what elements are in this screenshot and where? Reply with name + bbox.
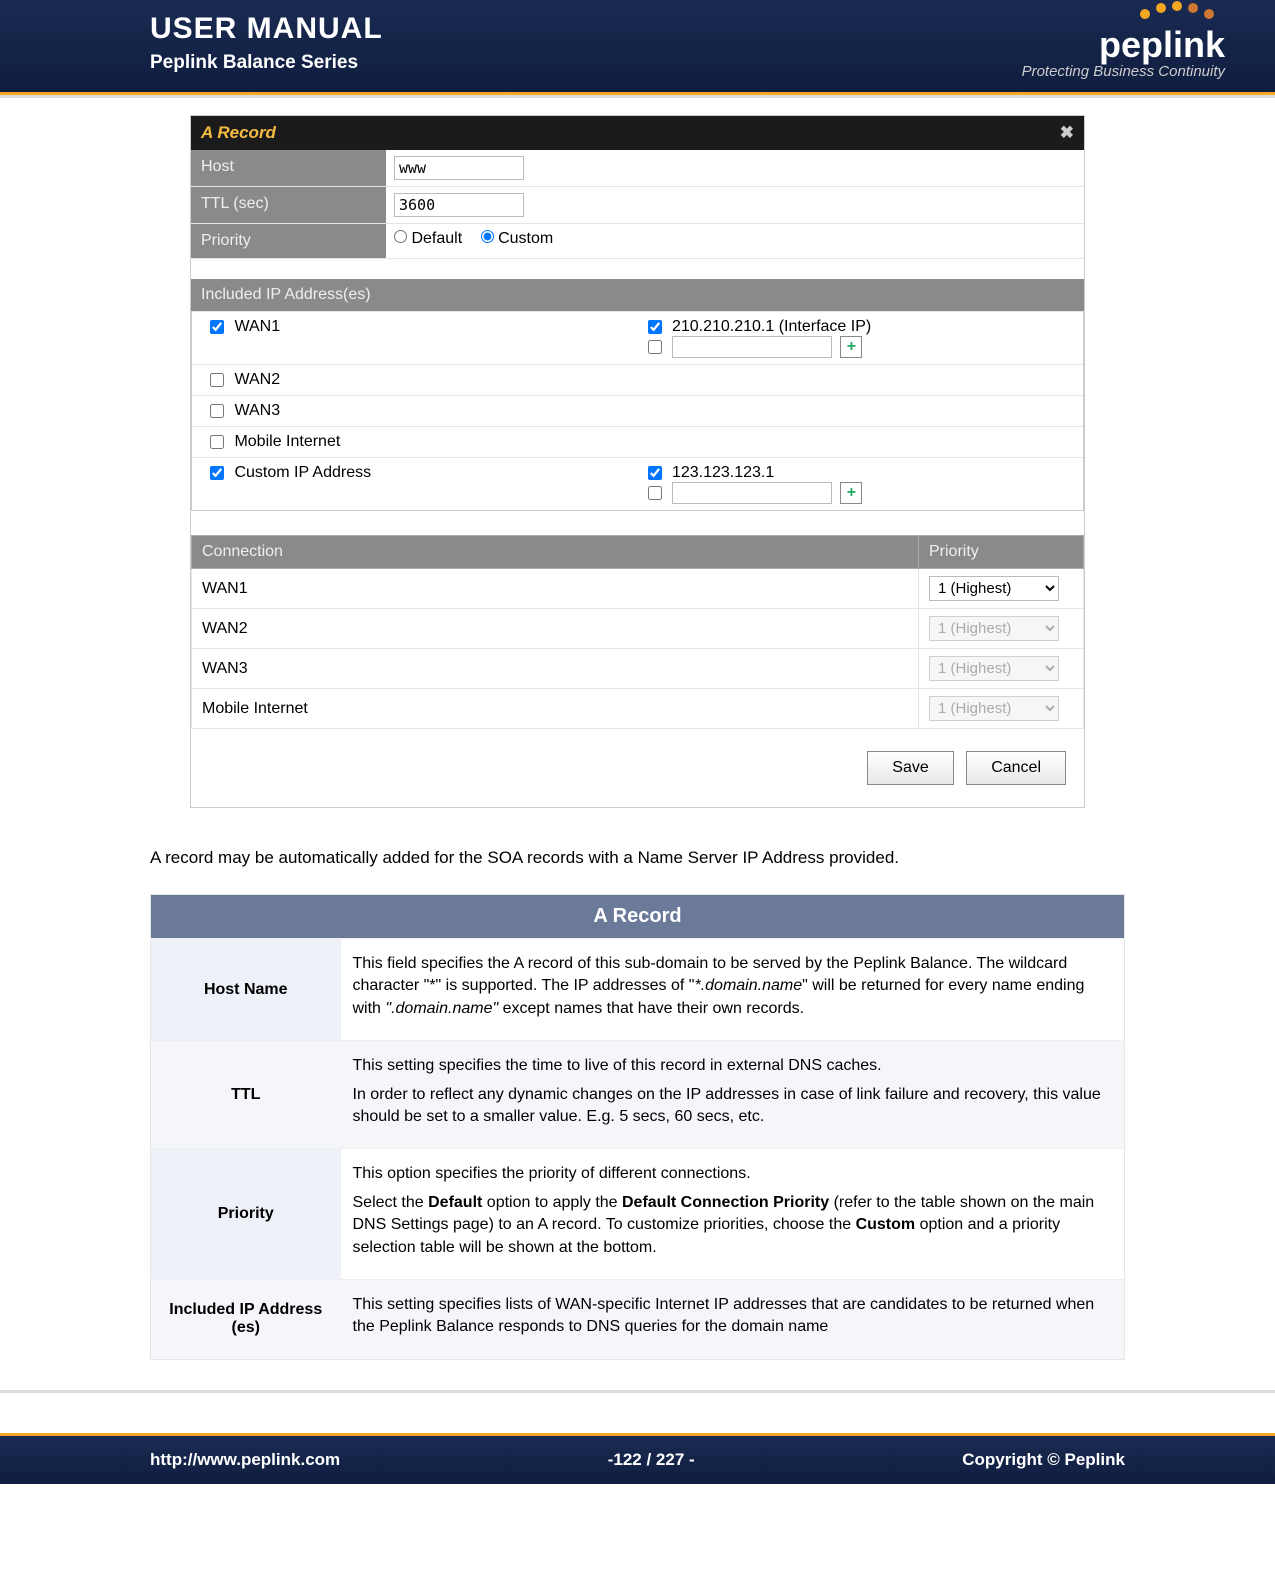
brand-name: peplink — [1022, 27, 1225, 63]
priority-row: WAN2 1 (Highest) — [192, 609, 1084, 649]
dialog-title: A Record — [201, 123, 276, 142]
included-ip-table: WAN1 210.210.210.1 (Interface IP) + WAN2… — [191, 311, 1084, 511]
wan-name: WAN2 — [234, 371, 280, 388]
ttl-input[interactable] — [394, 193, 524, 217]
add-ip-button[interactable]: + — [840, 336, 862, 358]
ip-value: 123.123.123.1 — [672, 464, 774, 481]
info-row: Included IP Address (es)This setting spe… — [151, 1279, 1125, 1359]
info-description: This option specifies the priority of di… — [341, 1149, 1125, 1280]
footer-page: -122 / 227 - — [608, 1450, 695, 1470]
wan-checkbox[interactable] — [210, 435, 224, 449]
wan-checkbox[interactable] — [210, 373, 224, 387]
wan-name: Custom IP Address — [234, 464, 371, 481]
connection-name: WAN3 — [192, 649, 919, 689]
brand-logo: peplink Protecting Business Continuity — [1022, 0, 1225, 80]
info-label: Included IP Address (es) — [151, 1279, 341, 1359]
ip-row: Custom IP Address 123.123.123.1 + — [192, 457, 1083, 510]
host-label: Host — [191, 150, 386, 186]
ip-checkbox[interactable] — [648, 340, 662, 354]
a-record-info-table: A Record Host NameThis field specifies t… — [150, 894, 1125, 1360]
priority-row: WAN3 1 (Highest) — [192, 649, 1084, 689]
ip-row: Mobile Internet — [192, 426, 1083, 457]
add-ip-button[interactable]: + — [840, 482, 862, 504]
priority-table: Connection Priority WAN1 1 (Highest) WAN2 1… — [191, 535, 1084, 729]
ip-value: 210.210.210.1 (Interface IP) — [672, 318, 871, 335]
info-description: This setting specifies the time to live … — [341, 1041, 1125, 1149]
info-row: PriorityThis option specifies the priori… — [151, 1149, 1125, 1280]
brand-tagline: Protecting Business Continuity — [1022, 63, 1225, 80]
priority-custom-radio[interactable]: Custom — [481, 230, 554, 247]
footer-copyright: Copyright © Peplink — [962, 1450, 1125, 1470]
a-record-dialog: A Record ✖ Host TTL (sec) Priority Defau… — [190, 115, 1085, 808]
wan-name: Mobile Internet — [234, 433, 340, 450]
wan-checkbox[interactable] — [210, 466, 224, 480]
doc-footer: http://www.peplink.com -122 / 227 - Copy… — [0, 1433, 1275, 1484]
ip-input[interactable] — [672, 336, 832, 358]
connection-col-header: Connection — [192, 536, 919, 569]
wan-checkbox[interactable] — [210, 320, 224, 334]
host-input[interactable] — [394, 156, 524, 180]
wan-checkbox[interactable] — [210, 404, 224, 418]
priority-row: Mobile Internet 1 (Highest) — [192, 689, 1084, 729]
ip-checkbox[interactable] — [648, 320, 662, 334]
info-row: TTLThis setting specifies the time to li… — [151, 1041, 1125, 1149]
manual-subtitle: Peplink Balance Series — [150, 52, 1125, 74]
connection-name: Mobile Internet — [192, 689, 919, 729]
included-ip-header: Included IP Address(es) — [191, 279, 1084, 311]
priority-select: 1 (Highest) — [929, 656, 1059, 681]
info-table-title: A Record — [151, 895, 1125, 939]
ip-row: WAN3 — [192, 395, 1083, 426]
logo-dots-icon — [1135, 0, 1225, 22]
priority-label: Priority — [191, 224, 386, 258]
cancel-button[interactable]: Cancel — [966, 751, 1066, 785]
priority-select: 1 (Highest) — [929, 696, 1059, 721]
priority-select[interactable]: 1 (Highest) — [929, 576, 1059, 601]
footer-url: http://www.peplink.com — [150, 1450, 340, 1470]
connection-name: WAN1 — [192, 569, 919, 609]
info-label: TTL — [151, 1041, 341, 1149]
wan-name: WAN1 — [234, 318, 280, 335]
wan-name: WAN3 — [234, 402, 280, 419]
ip-checkbox[interactable] — [648, 486, 662, 500]
ttl-label: TTL (sec) — [191, 187, 386, 223]
dialog-title-bar: A Record ✖ — [191, 116, 1084, 150]
info-label: Host Name — [151, 939, 341, 1041]
info-label: Priority — [151, 1149, 341, 1280]
ip-input[interactable] — [672, 482, 832, 504]
priority-select: 1 (Highest) — [929, 616, 1059, 641]
ip-row: WAN2 — [192, 364, 1083, 395]
manual-title: USER MANUAL — [150, 12, 1125, 46]
ip-row: WAN1 210.210.210.1 (Interface IP) + — [192, 311, 1083, 364]
priority-default-radio[interactable]: Default — [394, 230, 462, 247]
priority-col-header: Priority — [919, 536, 1084, 569]
connection-name: WAN2 — [192, 609, 919, 649]
doc-header: USER MANUAL Peplink Balance Series pepli… — [0, 0, 1275, 95]
info-row: Host NameThis field specifies the A reco… — [151, 939, 1125, 1041]
intro-paragraph: A record may be automatically added for … — [150, 848, 1125, 868]
save-button[interactable]: Save — [867, 751, 953, 785]
info-description: This field specifies the A record of thi… — [341, 939, 1125, 1041]
priority-row: WAN1 1 (Highest) — [192, 569, 1084, 609]
ip-checkbox[interactable] — [648, 466, 662, 480]
info-description: This setting specifies lists of WAN-spec… — [341, 1279, 1125, 1359]
close-icon[interactable]: ✖ — [1060, 123, 1074, 143]
